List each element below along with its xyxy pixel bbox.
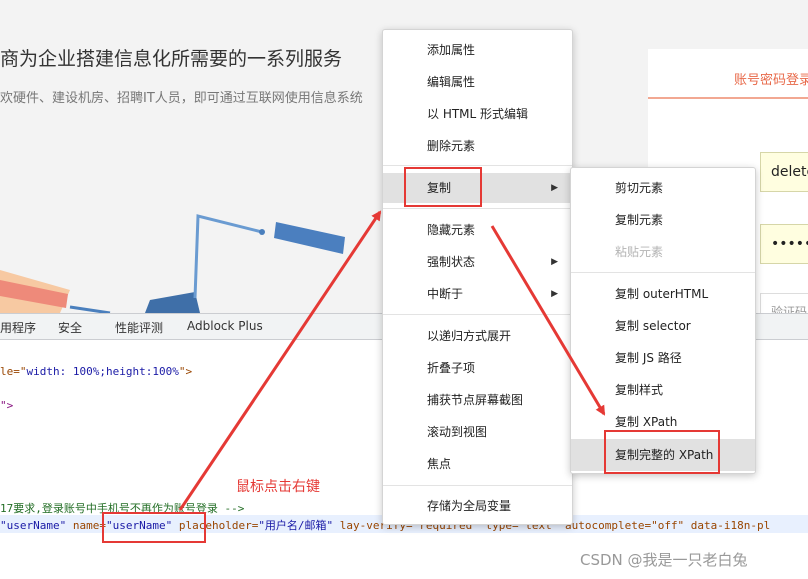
- code-line[interactable]: ">: [0, 399, 13, 412]
- submenu-arrow-icon: ▶: [551, 257, 558, 267]
- menu-separator: [383, 208, 572, 209]
- menu-item-label: 滚动到视图: [427, 425, 488, 439]
- placeholder-value: "用户名/邮箱": [258, 519, 334, 532]
- illus-block-blue-2: [274, 222, 345, 254]
- devtools-tab-application[interactable]: 用程序: [0, 319, 36, 336]
- menu-item-label: 添加属性: [427, 43, 476, 57]
- copy-submenu: 剪切元素 复制元素 粘贴元素 复制 outerHTML 复制 selector …: [570, 167, 756, 474]
- username-input[interactable]: delete: [760, 152, 808, 192]
- menu-item-label: 以递归方式展开: [427, 329, 512, 343]
- menu-item-hide-element[interactable]: 隐藏元素: [383, 216, 572, 244]
- context-menu: 添加属性 编辑属性 以 HTML 形式编辑 删除元素 复制 ▶ 隐藏元素 强制状态…: [382, 29, 573, 525]
- menu-item-scroll-into-view[interactable]: 滚动到视图: [383, 418, 572, 446]
- submenu-item-copy-outerhtml[interactable]: 复制 outerHTML: [571, 280, 755, 308]
- code-value: width: 100%;height:100%: [26, 365, 179, 378]
- menu-item-delete-element[interactable]: 删除元素: [383, 132, 572, 160]
- menu-item-label: 存储为全局变量: [427, 499, 512, 513]
- menu-item-label: 删除元素: [427, 139, 476, 153]
- menu-item-collapse-children[interactable]: 折叠子项: [383, 354, 572, 382]
- menu-item-label: 复制元素: [615, 213, 664, 227]
- id-value: "userName": [0, 519, 67, 532]
- login-tab-password[interactable]: 账号密码登录: [734, 69, 808, 88]
- watermark: CSDN @我是一只老白兔: [580, 551, 748, 569]
- menu-item-store-global[interactable]: 存储为全局变量: [383, 492, 572, 520]
- devtools-tab-security[interactable]: 安全: [58, 319, 82, 336]
- menu-item-label: 以 HTML 形式编辑: [427, 107, 529, 121]
- name-attr: name=: [66, 519, 106, 532]
- submenu-arrow-icon: ▶: [551, 289, 558, 299]
- menu-item-edit-attribute[interactable]: 编辑属性: [383, 68, 572, 96]
- login-tab-underline: [648, 97, 808, 99]
- menu-item-label: 折叠子项: [427, 361, 476, 375]
- menu-item-label: 隐藏元素: [427, 223, 476, 237]
- menu-item-label: 中断于: [427, 287, 464, 301]
- submenu-arrow-icon: ▶: [551, 183, 558, 193]
- menu-item-label: 焦点: [427, 457, 452, 471]
- menu-item-capture-screenshot[interactable]: 捕获节点屏幕截图: [383, 386, 572, 414]
- highlight-box-copy: [404, 167, 482, 207]
- devtools-tab-performance[interactable]: 性能评测: [115, 319, 163, 336]
- menu-item-label: 编辑属性: [427, 75, 476, 89]
- code-attr-close: ">: [178, 365, 193, 378]
- code-attr: le=": [0, 365, 27, 378]
- illus-dot: [259, 229, 265, 235]
- page-subheading: 欢硬件、建设机房、招聘IT人员，即可通过互联网使用信息系统: [0, 91, 363, 106]
- menu-separator: [571, 272, 755, 273]
- menu-item-label: 复制样式: [615, 383, 664, 397]
- menu-item-break-on[interactable]: 中断于 ▶: [383, 280, 572, 308]
- menu-item-focus[interactable]: 焦点: [383, 450, 572, 478]
- highlight-box-full-xpath: [604, 430, 720, 474]
- menu-item-add-attribute[interactable]: 添加属性: [383, 36, 572, 64]
- submenu-item-cut-element[interactable]: 剪切元素: [571, 174, 755, 202]
- password-input[interactable]: ••••••: [760, 224, 808, 264]
- menu-item-edit-as-html[interactable]: 以 HTML 形式编辑: [383, 100, 572, 128]
- menu-item-label: 复制 outerHTML: [615, 287, 709, 301]
- submenu-item-copy-js-path[interactable]: 复制 JS 路径: [571, 344, 755, 372]
- illustration: [0, 214, 345, 313]
- menu-item-label: 复制 selector: [615, 319, 691, 333]
- highlight-box-username: [102, 512, 206, 543]
- page-heading: 商为企业搭建信息化所需要的一系列服务: [0, 48, 343, 70]
- submenu-item-copy-styles[interactable]: 复制样式: [571, 376, 755, 404]
- illus-line: [193, 214, 263, 299]
- menu-item-expand-recursively[interactable]: 以递归方式展开: [383, 322, 572, 350]
- code-line[interactable]: le="width: 100%;height:100%">: [0, 365, 192, 378]
- annotation-right-click: 鼠标点击右键: [236, 479, 320, 495]
- menu-separator: [383, 165, 572, 166]
- devtools-tab-adblock[interactable]: Adblock Plus: [187, 319, 263, 333]
- captcha-input[interactable]: 验证码: [760, 293, 808, 313]
- menu-item-label: 捕获节点屏幕截图: [427, 393, 524, 407]
- menu-item-label: 强制状态: [427, 255, 476, 269]
- illus-block-blue: [145, 292, 200, 313]
- menu-separator: [383, 485, 572, 486]
- submenu-item-copy-element[interactable]: 复制元素: [571, 206, 755, 234]
- menu-item-label: 剪切元素: [615, 181, 664, 195]
- submenu-item-copy-selector[interactable]: 复制 selector: [571, 312, 755, 340]
- menu-item-force-state[interactable]: 强制状态 ▶: [383, 248, 572, 276]
- menu-item-label: 粘贴元素: [615, 245, 664, 259]
- submenu-item-paste-element: 粘贴元素: [571, 238, 755, 266]
- menu-item-label: 复制 JS 路径: [615, 351, 682, 365]
- menu-separator: [383, 314, 572, 315]
